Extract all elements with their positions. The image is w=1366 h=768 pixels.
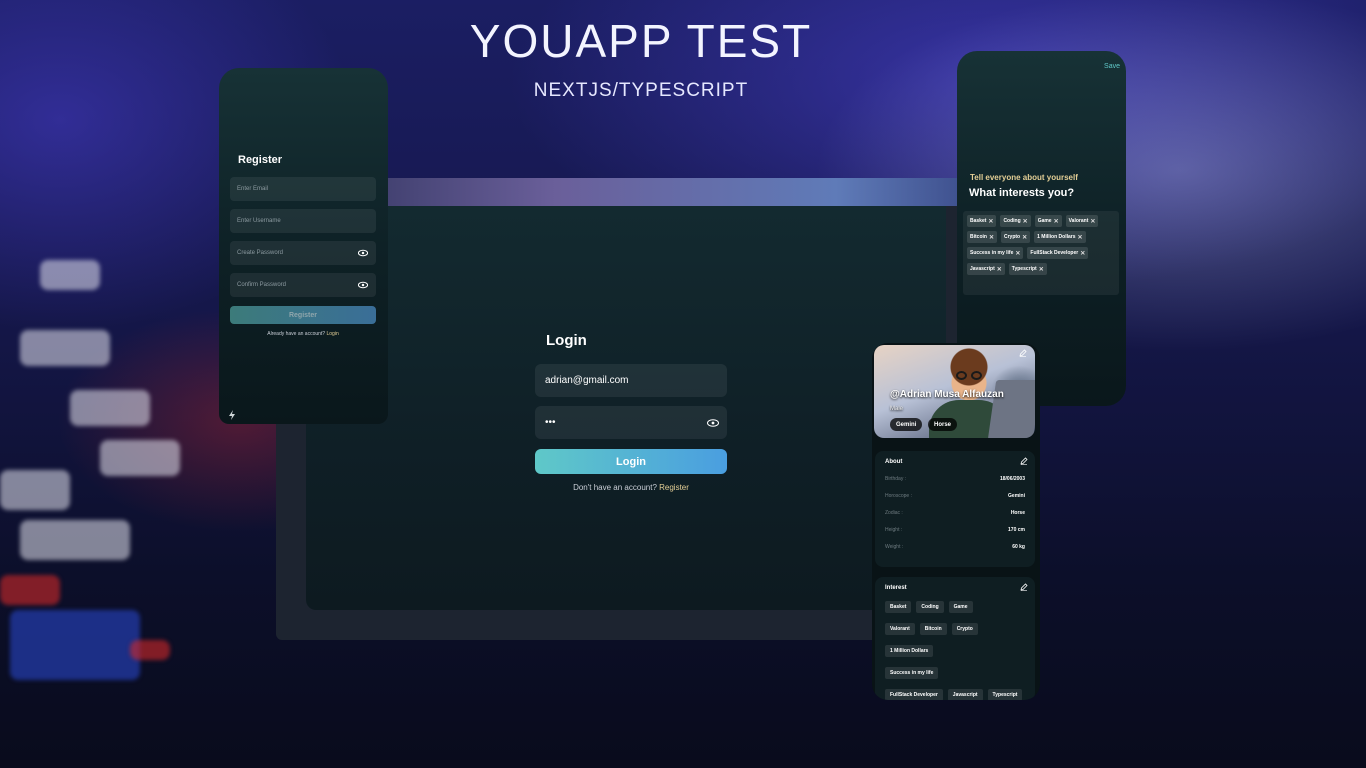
- interest-tags: Basket Coding Game Valorant Bitcoin Crypto 1 M…: [885, 601, 1025, 700]
- remove-chip-icon[interactable]: ✕: [988, 218, 993, 225]
- interest-chip-label: Valorant: [1068, 218, 1089, 224]
- login-password-input[interactable]: •••: [535, 406, 727, 439]
- interests-title: What interests you?: [969, 187, 1075, 199]
- interest-tag: Typescript: [987, 689, 1023, 700]
- profile-cover-image: @Adrian Musa Alfauzan Male Gemini Horse: [874, 345, 1035, 438]
- interest-chip: Success in my life ✕: [967, 247, 1024, 259]
- login-email-value: adrian@gmail.com: [545, 375, 629, 386]
- remove-chip-icon[interactable]: ✕: [989, 234, 994, 241]
- interest-chip: Typescript ✕: [1008, 263, 1047, 275]
- register-username-input[interactable]: Enter Username: [230, 209, 376, 233]
- register-email-placeholder: Enter Email: [237, 186, 269, 192]
- interest-chip: Coding ✕: [1000, 215, 1031, 227]
- register-footer: Already have an account? Login: [230, 331, 376, 337]
- about-row-zodiac: Zodiac : Horse: [885, 510, 1025, 516]
- eye-icon[interactable]: [358, 249, 368, 257]
- about-title: About: [885, 459, 903, 465]
- profile-gender: Male: [890, 406, 904, 412]
- interest-chip: Game ✕: [1034, 215, 1062, 227]
- edit-icon[interactable]: [1020, 583, 1028, 591]
- profile-handle: @Adrian Musa Alfauzan: [890, 389, 1004, 400]
- interest-chip-label: Basket: [970, 218, 987, 224]
- interest-chip-label: Coding: [1003, 218, 1021, 224]
- remove-chip-icon[interactable]: ✕: [1054, 218, 1059, 225]
- remove-chip-icon[interactable]: ✕: [1090, 218, 1095, 225]
- interest-tag: Game: [948, 601, 973, 613]
- remove-chip-icon[interactable]: ✕: [1022, 234, 1027, 241]
- interest-tag: FullStack Developer: [885, 689, 943, 700]
- register-password-input[interactable]: Create Password: [230, 241, 376, 265]
- eye-icon[interactable]: [707, 418, 719, 427]
- interest-tag: Crypto: [951, 623, 978, 635]
- interest-tag: Valorant: [885, 623, 915, 635]
- remove-chip-icon[interactable]: ✕: [1023, 218, 1028, 225]
- interest-chip-label: Typescript: [1011, 266, 1037, 272]
- remove-chip-icon[interactable]: ✕: [1080, 250, 1085, 257]
- zodiac-badge: Horse: [928, 418, 958, 431]
- interest-chip: Crypto ✕: [1000, 231, 1031, 243]
- interests-subtitle: Tell everyone about yourself: [970, 173, 1078, 182]
- interest-tag: Bitcoin: [919, 623, 947, 635]
- remove-chip-icon[interactable]: ✕: [1015, 250, 1020, 257]
- edit-icon[interactable]: [1019, 349, 1027, 357]
- login-button[interactable]: Login: [535, 449, 727, 474]
- eye-icon[interactable]: [358, 281, 368, 289]
- interest-chip: Valorant ✕: [1065, 215, 1099, 227]
- login-title: Login: [546, 332, 587, 349]
- interest-tag: 1 Million Dollars: [885, 645, 934, 657]
- interest-chip-label: Bitcoin: [970, 234, 987, 240]
- horoscope-badge: Gemini: [890, 418, 923, 431]
- remove-chip-icon[interactable]: ✕: [1077, 234, 1082, 241]
- interests-tag-input[interactable]: Basket ✕ Coding ✕ Game ✕ Valorant ✕ Bitcoin ✕ Cryp…: [963, 211, 1119, 295]
- about-row-birthday: Birthday : 18/06/2003: [885, 476, 1025, 482]
- register-phone-mockup: Register Enter Email Enter Username Crea…: [219, 68, 388, 424]
- interest-chip-label: Success in my life: [970, 250, 1014, 256]
- interest-chip: Basket ✕: [967, 215, 997, 227]
- about-section: About Birthday : 18/06/2003 Horoscope : …: [875, 451, 1035, 567]
- interest-tag: Basket: [885, 601, 912, 613]
- interest-chip: Javascript ✕: [967, 263, 1005, 275]
- register-password-placeholder: Create Password: [237, 250, 284, 256]
- interest-tag: Success in my life: [885, 667, 939, 679]
- interest-chip-label: FullStack Developer: [1030, 250, 1079, 256]
- login-password-value: •••: [545, 417, 556, 428]
- save-button[interactable]: Save: [1104, 63, 1120, 70]
- interest-chip-label: Crypto: [1003, 234, 1021, 240]
- about-row-weight: Weight : 60 kg: [885, 544, 1025, 550]
- interest-chip-label: Game: [1037, 218, 1052, 224]
- register-link[interactable]: Register: [659, 483, 689, 492]
- interest-section: Interest Basket Coding Game Valorant Bitcoin…: [875, 577, 1035, 700]
- register-footer-text: Already have an account?: [267, 331, 326, 337]
- login-footer: Don't have an account? Register: [535, 483, 727, 492]
- interest-tag: Javascript: [947, 689, 983, 700]
- register-title: Register: [238, 154, 283, 166]
- remove-chip-icon[interactable]: ✕: [997, 266, 1002, 273]
- register-username-placeholder: Enter Username: [237, 218, 281, 224]
- interest-chip: Bitcoin ✕: [967, 231, 997, 243]
- about-row-horoscope: Horoscope : Gemini: [885, 493, 1025, 499]
- profile-phone-mockup: @Adrian Musa Alfauzan Male Gemini Horse …: [872, 343, 1040, 700]
- bolt-icon: [229, 410, 235, 420]
- about-row-height: Height : 170 cm: [885, 527, 1025, 533]
- register-confirm-input[interactable]: Confirm Password: [230, 273, 376, 297]
- remove-chip-icon[interactable]: ✕: [1039, 266, 1044, 273]
- interest-chip: 1 Million Dollars ✕: [1034, 231, 1086, 243]
- register-button[interactable]: Register: [230, 306, 376, 324]
- register-confirm-placeholder: Confirm Password: [237, 282, 287, 288]
- login-email-input[interactable]: adrian@gmail.com: [535, 364, 727, 397]
- login-link[interactable]: Login: [326, 331, 338, 337]
- interest-chip: FullStack Developer ✕: [1027, 247, 1089, 259]
- interest-chip-label: 1 Million Dollars: [1037, 234, 1076, 240]
- interest-tag: Coding: [916, 601, 944, 613]
- interest-title: Interest: [885, 585, 907, 591]
- register-email-input[interactable]: Enter Email: [230, 177, 376, 201]
- login-footer-text: Don't have an account?: [573, 483, 657, 492]
- interest-chip-label: Javascript: [970, 266, 995, 272]
- edit-icon[interactable]: [1020, 457, 1028, 465]
